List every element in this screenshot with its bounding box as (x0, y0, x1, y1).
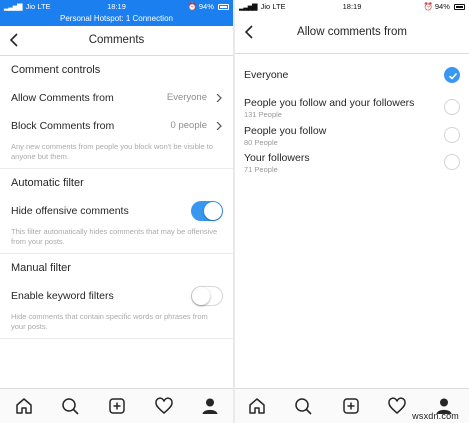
nav-header: Comments (0, 26, 233, 56)
profile-icon[interactable] (200, 396, 220, 416)
option-your-followers[interactable]: Your followers 71 People (235, 148, 469, 176)
hide-offensive-label: Hide offensive comments (11, 205, 129, 217)
option-everyone[interactable]: Everyone (235, 67, 469, 93)
option-label: People you follow (244, 124, 327, 137)
option-count: 71 People (244, 165, 278, 174)
bottom-tab-bar (0, 388, 233, 423)
keyword-filters-label: Enable keyword filters (11, 290, 114, 302)
section-manual-filter: Manual filter (11, 262, 71, 274)
battery-percent: 94% (434, 2, 450, 11)
radio-unselected[interactable] (444, 154, 460, 170)
allow-comments-row[interactable]: Allow Comments from Everyone (0, 84, 233, 112)
watermark: wsxdn.com (412, 411, 459, 421)
status-bar: ▂▃▅▇ Jio LTE 18:19 ⏰ 94% (0, 0, 233, 13)
search-icon[interactable] (293, 396, 313, 416)
section-automatic-filter: Automatic filter (11, 177, 84, 189)
radio-selected[interactable] (444, 67, 460, 83)
nav-header: Allow comments from (235, 25, 469, 54)
hide-help-text: This filter automatically hides comments… (11, 227, 218, 246)
activity-heart-icon[interactable] (387, 396, 407, 416)
battery-icon (218, 4, 229, 11)
block-help-text: Any new comments from people you block w… (11, 142, 213, 161)
page-title: Allow comments from (297, 26, 407, 38)
option-label: Your followers (244, 152, 310, 164)
section-comment-controls: Comment controls (11, 64, 101, 76)
keyword-help-text: Hide comments that contain specific word… (11, 312, 208, 331)
divider (0, 338, 233, 339)
allow-comments-from-screen: ▂▃▅▇ Jio LTE 18:19 ⏰ 94% Allow comments … (235, 0, 469, 423)
keyword-filters-row: Enable keyword filters (0, 282, 233, 310)
add-post-icon[interactable] (107, 396, 127, 416)
keyword-filters-toggle[interactable] (191, 286, 223, 306)
alarm-icon: ⏰ (423, 2, 433, 11)
option-label: Everyone (244, 69, 289, 81)
chevron-right-icon (216, 122, 222, 130)
add-post-icon[interactable] (341, 396, 361, 416)
allow-comments-value: Everyone (166, 92, 207, 103)
toggle-knob (192, 287, 210, 305)
search-icon[interactable] (60, 396, 80, 416)
home-icon[interactable] (247, 396, 267, 416)
activity-heart-icon[interactable] (154, 396, 174, 416)
block-comments-label: Block Comments from (11, 120, 115, 132)
toggle-knob (204, 202, 222, 220)
battery-percent: 94% (198, 2, 214, 11)
hotspot-banner[interactable]: Personal Hotspot: 1 Connection (0, 13, 233, 26)
block-comments-value: 0 people (170, 120, 207, 131)
status-bar: ▂▃▅▇ Jio LTE 18:19 ⏰ 94% (235, 0, 469, 13)
allow-comments-label: Allow Comments from (11, 92, 114, 104)
checkmark-icon (448, 72, 458, 80)
home-icon[interactable] (14, 396, 34, 416)
option-count: 80 People (244, 137, 278, 147)
hide-offensive-toggle[interactable] (191, 201, 223, 221)
radio-unselected[interactable] (444, 99, 460, 115)
page-title: Comments (88, 34, 145, 46)
block-comments-row[interactable]: Block Comments from 0 people (0, 112, 233, 140)
battery-icon (454, 4, 465, 11)
option-people-you-follow[interactable]: People you follow 80 People (235, 121, 469, 149)
comments-settings-screen: ▂▃▅▇ Jio LTE 18:19 ⏰ 94% Personal Hotspo… (0, 0, 233, 423)
option-count: 131 People (244, 110, 282, 119)
alarm-icon: ⏰ (187, 2, 197, 11)
radio-unselected[interactable] (444, 126, 460, 143)
option-label: People you follow and your followers (244, 97, 415, 109)
option-follow-and-followers[interactable]: People you follow and your followers 131… (235, 93, 469, 121)
chevron-right-icon (216, 94, 222, 102)
hide-offensive-row: Hide offensive comments (0, 197, 233, 225)
